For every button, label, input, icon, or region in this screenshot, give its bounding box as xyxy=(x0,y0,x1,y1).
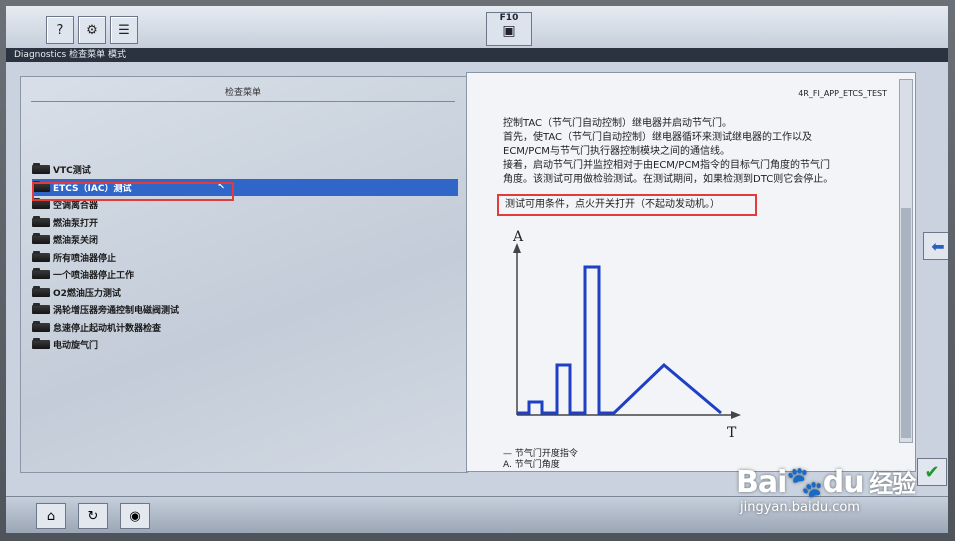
f10-button[interactable]: F10 ▣ xyxy=(486,12,532,46)
menu-item-fuel-pressure-test[interactable]: O2燃油压力测试 xyxy=(32,284,466,302)
menu-item-all-injectors-stop[interactable]: 所有喷油器停止 xyxy=(32,249,466,267)
folder-icon xyxy=(32,320,50,332)
test-description: 控制TAC（节气门自动控制）继电器并启动节气门。 首先，使TAC（节气门自动控制… xyxy=(503,117,893,187)
folder-icon xyxy=(32,268,50,280)
folder-icon xyxy=(32,198,50,210)
inspection-menu-header: 检查菜单 xyxy=(31,85,455,102)
home-button[interactable]: ⌂ xyxy=(36,503,66,529)
folder-icon xyxy=(32,338,50,350)
menu-item-label: 怠速停止起动机计数器检查 xyxy=(53,323,162,334)
graph-legend: — 节气门开度指令 A. 节气门角度 xyxy=(503,449,578,471)
menu-item-electric-swirl-valve[interactable]: 电动旋气门 xyxy=(32,336,466,354)
menu-item-idle-stop-counter[interactable]: 怠速停止起动机计数器检查 xyxy=(32,319,466,337)
y-axis-label: A xyxy=(512,229,524,245)
x-axis-label: T xyxy=(727,425,737,441)
menu-item-fuel-pump-off[interactable]: 燃油泵关闭 xyxy=(32,231,466,249)
menu-item-label: 涡轮增压器旁通控制电磁阀测试 xyxy=(53,306,180,317)
legend-angle: A. 节气门角度 xyxy=(503,460,560,470)
menu-item-label: 燃油泵打开 xyxy=(53,218,99,229)
description-line: 接着，启动节气门并监控相对于由ECM/PCM指令的目标气门角度的节气门 xyxy=(503,160,830,171)
menu-item-vtc-test[interactable]: VTC测试 xyxy=(32,161,466,179)
mode-title-strip: Diagnostics 检查菜单 模式 xyxy=(6,48,948,62)
menu-item-label: 所有喷油器停止 xyxy=(53,253,117,264)
description-line: 角度。该测试可用做检验测试。在测试期间，如果检测到DTC则它会停止。 xyxy=(503,174,834,185)
screen-capture-icon: ▣ xyxy=(502,23,516,39)
checkmark-icon: ✔ xyxy=(924,461,940,483)
folder-icon xyxy=(32,285,50,297)
top-toolbar: ? ⚙ ☰ F10 ▣ xyxy=(6,6,948,49)
menu-item-fuel-pump-on[interactable]: 燃油泵打开 xyxy=(32,214,466,232)
selection-highlight-box xyxy=(32,182,234,201)
description-scrollbar[interactable] xyxy=(899,79,913,443)
globe-icon: ◉ xyxy=(129,508,141,524)
legend-command: — 节气门开度指令 xyxy=(503,449,578,459)
home-icon: ⌂ xyxy=(46,508,56,524)
help-button[interactable]: ? xyxy=(46,16,74,44)
folder-icon xyxy=(32,163,50,175)
f10-label: F10 xyxy=(499,13,519,23)
watermark-url: jingyan.baidu.com xyxy=(740,500,860,515)
throttle-command-line xyxy=(517,265,722,415)
description-line: 控制TAC（节气门自动控制）继电器并启动节气门。 xyxy=(503,118,732,129)
menu-item-one-injector-stop[interactable]: 一个喷油器停止工作 xyxy=(32,266,466,284)
ok-button[interactable]: ✔ xyxy=(917,458,947,486)
folder-icon xyxy=(32,215,50,227)
watermark-brand-cn: 经验 xyxy=(869,470,916,498)
watermark-brand-b: du xyxy=(822,465,865,500)
globe-button[interactable]: ◉ xyxy=(120,503,150,529)
menu-item-turbo-bypass-test[interactable]: 涡轮增压器旁通控制电磁阀测试 xyxy=(32,301,466,319)
description-line: 首先，使TAC（节气门自动控制）继电器循环来测试继电器的工作以及 xyxy=(503,132,812,143)
folder-icon xyxy=(32,303,50,315)
refresh-icon: ↻ xyxy=(87,508,99,524)
x-axis-arrow xyxy=(731,411,741,419)
back-button[interactable]: ⬅ xyxy=(923,232,948,260)
menu-item-label: 电动旋气门 xyxy=(53,341,99,352)
menu-item-label: O2燃油压力测试 xyxy=(53,288,121,299)
test-condition-box: 测试可用条件，点火开关打开（不起动发动机。） xyxy=(497,194,757,216)
folder-icon xyxy=(32,250,50,262)
screen: ? ⚙ ☰ F10 ▣ Diagnostics 检查菜单 模式 检查菜单 VTC… xyxy=(6,6,948,533)
refresh-button[interactable]: ↻ xyxy=(78,503,108,529)
menu-item-label: VTC测试 xyxy=(53,166,91,177)
help-icon: ? xyxy=(56,22,64,38)
settings-button[interactable]: ☰ xyxy=(110,16,138,44)
arrow-left-icon: ⬅ xyxy=(931,236,945,256)
scrollbar-thumb[interactable] xyxy=(901,208,911,438)
paw-icon: 🐾 xyxy=(786,465,823,500)
settings-icon: ☰ xyxy=(118,22,130,38)
test-code: 4R_FI_APP_ETCS_TEST xyxy=(798,89,887,98)
baidu-watermark: Bai🐾du 经验 jingyan.baidu.com xyxy=(736,464,916,515)
menu-item-label: 一个喷油器停止工作 xyxy=(53,271,135,282)
folder-icon xyxy=(32,233,50,245)
watermark-brand-a: Bai xyxy=(736,465,787,500)
menu-item-label: 燃油泵关闭 xyxy=(53,236,99,247)
throttle-waveform-graph: A T xyxy=(512,229,741,441)
test-description-panel: 4R_FI_APP_ETCS_TEST 控制TAC（节气门自动控制）继电器并启动… xyxy=(466,72,916,472)
tool-icon: ⚙ xyxy=(86,22,98,38)
description-line: ECM/PCM与节气门执行器控制模块之间的通信线。 xyxy=(503,146,730,157)
tool-button[interactable]: ⚙ xyxy=(78,16,106,44)
